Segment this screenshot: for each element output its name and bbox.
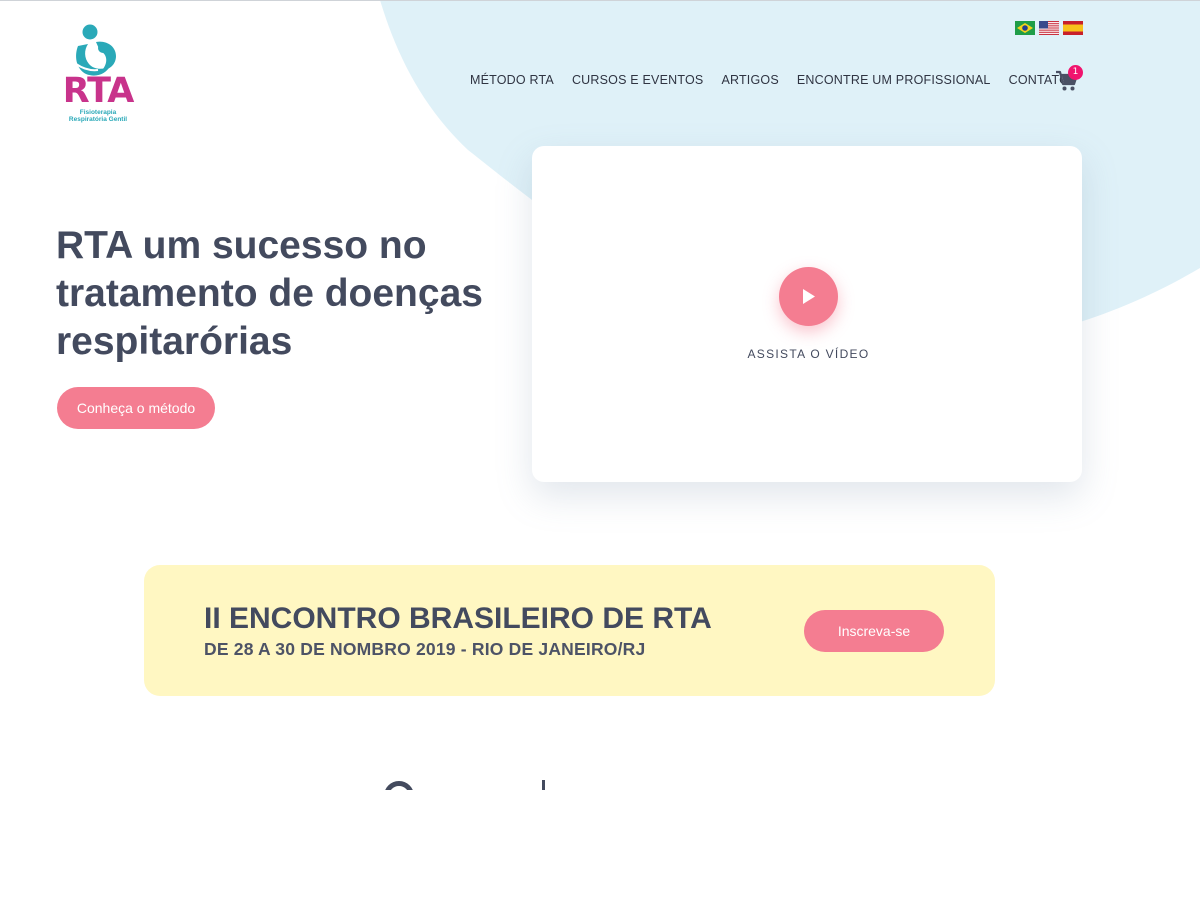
logo-subtitle-line2: Respiratória Gentil [68, 116, 128, 124]
usa-flag-icon[interactable] [1039, 21, 1059, 35]
spain-flag-icon[interactable] [1063, 21, 1083, 35]
logo-subtitle: Fisioterapia Respiratória Gentil [56, 109, 140, 124]
logo-wordmark: RTA [62, 71, 135, 111]
play-video-button[interactable] [779, 267, 838, 326]
nav-item-artigos[interactable]: ARTIGOS [721, 72, 778, 88]
partial-glyph [542, 780, 545, 790]
cart-count-badge: 1 [1068, 65, 1083, 80]
event-title: II ENCONTRO BRASILEIRO DE RTA [204, 602, 712, 635]
nav-item-encontre-profissional[interactable]: ENCONTRE UM PROFISSIONAL [797, 72, 991, 88]
partial-glyph [384, 781, 414, 790]
main-nav: MÉTODO RTA CURSOS E EVENTOS ARTIGOS ENCO… [470, 72, 1087, 88]
brazil-flag-icon[interactable] [1015, 21, 1035, 35]
language-switcher [1015, 21, 1083, 35]
nav-item-metodo-rta[interactable]: MÉTODO RTA [470, 72, 554, 88]
conheca-metodo-button[interactable]: Conheça o método [57, 387, 215, 429]
site-logo[interactable]: RTA Fisioterapia Respiratória Gentil [56, 24, 140, 126]
video-label: ASSISTA O VÍDEO [747, 347, 870, 361]
play-icon [803, 289, 815, 304]
video-card[interactable]: ASSISTA O VÍDEO [532, 146, 1082, 482]
logo-subtitle-line1: Fisioterapia [79, 109, 117, 116]
event-banner: II ENCONTRO BRASILEIRO DE RTA DE 28 A 30… [144, 565, 995, 696]
hero-title: RTA um sucesso no tratamento de doenças … [56, 224, 483, 363]
next-section-heading-partial [380, 776, 580, 790]
inscreva-se-button[interactable]: Inscreva-se [804, 610, 944, 652]
top-border [0, 0, 1200, 1]
nav-item-cursos-eventos[interactable]: CURSOS E EVENTOS [572, 72, 703, 88]
event-subtitle: DE 28 A 30 DE NOMBRO 2019 - RIO DE JANEI… [204, 639, 646, 659]
